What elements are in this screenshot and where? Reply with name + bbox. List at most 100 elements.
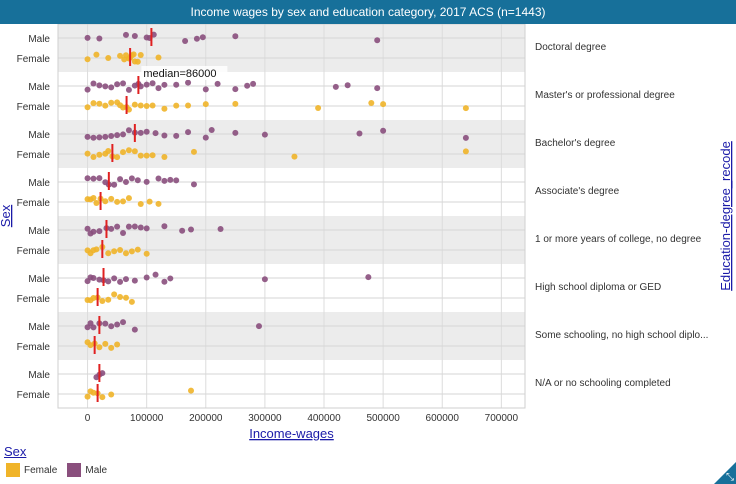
male-data-point[interactable] <box>199 34 206 41</box>
male-data-point[interactable] <box>122 31 129 38</box>
female-data-point[interactable] <box>105 54 112 61</box>
female-data-point[interactable] <box>99 298 106 305</box>
female-data-point[interactable] <box>202 101 209 108</box>
male-data-point[interactable] <box>84 86 91 93</box>
female-data-point[interactable] <box>380 101 387 108</box>
female-data-point[interactable] <box>161 153 168 160</box>
male-data-point[interactable] <box>84 175 91 182</box>
male-data-point[interactable] <box>102 320 109 327</box>
male-data-point[interactable] <box>122 178 129 185</box>
female-data-point[interactable] <box>122 294 129 301</box>
male-data-point[interactable] <box>179 227 186 234</box>
female-data-point[interactable] <box>105 250 112 257</box>
female-data-point[interactable] <box>137 102 144 109</box>
female-data-point[interactable] <box>134 246 141 253</box>
male-data-point[interactable] <box>244 82 251 89</box>
male-data-point[interactable] <box>255 323 262 330</box>
female-data-point[interactable] <box>90 153 97 160</box>
female-data-point[interactable] <box>96 151 103 158</box>
female-data-point[interactable] <box>84 104 91 111</box>
male-data-point[interactable] <box>161 132 168 139</box>
male-data-point[interactable] <box>125 223 132 230</box>
male-data-point[interactable] <box>380 127 387 134</box>
female-data-point[interactable] <box>291 153 298 160</box>
female-data-point[interactable] <box>315 104 322 111</box>
female-data-point[interactable] <box>143 152 150 159</box>
legend-title[interactable]: Sex <box>4 444 26 459</box>
male-data-point[interactable] <box>90 175 97 182</box>
male-data-point[interactable] <box>374 85 381 92</box>
male-data-point[interactable] <box>111 181 118 188</box>
male-data-point[interactable] <box>120 319 127 326</box>
female-data-point[interactable] <box>84 150 91 157</box>
female-data-point[interactable] <box>96 344 103 351</box>
male-data-point[interactable] <box>114 132 121 139</box>
female-data-point[interactable] <box>149 152 156 159</box>
left-axis-title[interactable]: Sex <box>0 204 13 227</box>
male-data-point[interactable] <box>108 132 115 139</box>
male-data-point[interactable] <box>117 278 124 285</box>
female-data-point[interactable] <box>84 56 91 63</box>
male-data-point[interactable] <box>114 223 121 230</box>
male-data-point[interactable] <box>173 177 180 184</box>
male-data-point[interactable] <box>182 38 189 45</box>
male-data-point[interactable] <box>125 86 132 93</box>
male-data-point[interactable] <box>214 80 221 87</box>
female-data-point[interactable] <box>137 51 144 58</box>
male-data-point[interactable] <box>108 225 115 232</box>
female-data-point[interactable] <box>137 201 144 208</box>
male-data-point[interactable] <box>261 276 268 283</box>
male-data-point[interactable] <box>90 228 97 235</box>
male-data-point[interactable] <box>96 134 103 141</box>
male-data-point[interactable] <box>143 178 150 185</box>
male-data-point[interactable] <box>102 133 109 140</box>
male-data-point[interactable] <box>84 34 91 41</box>
male-data-point[interactable] <box>208 127 215 134</box>
female-data-point[interactable] <box>137 152 144 159</box>
male-data-point[interactable] <box>188 226 195 233</box>
female-data-point[interactable] <box>108 99 115 106</box>
male-data-point[interactable] <box>217 226 224 233</box>
male-data-point[interactable] <box>108 323 115 330</box>
female-data-point[interactable] <box>108 391 115 398</box>
female-data-point[interactable] <box>122 250 129 257</box>
female-data-point[interactable] <box>108 344 115 351</box>
male-data-point[interactable] <box>261 131 268 138</box>
female-data-point[interactable] <box>190 148 197 155</box>
female-data-point[interactable] <box>462 105 469 112</box>
female-data-point[interactable] <box>232 100 239 107</box>
female-data-point[interactable] <box>114 341 121 348</box>
male-data-point[interactable] <box>108 84 115 91</box>
male-data-point[interactable] <box>173 132 180 139</box>
male-data-point[interactable] <box>152 130 159 137</box>
female-data-point[interactable] <box>111 291 118 298</box>
female-data-point[interactable] <box>108 195 115 202</box>
male-data-point[interactable] <box>90 324 97 331</box>
female-data-point[interactable] <box>185 102 192 109</box>
male-data-point[interactable] <box>137 224 144 231</box>
male-data-point[interactable] <box>90 80 97 87</box>
male-data-point[interactable] <box>155 175 162 182</box>
female-data-point[interactable] <box>84 393 91 400</box>
male-data-point[interactable] <box>114 81 121 88</box>
male-data-point[interactable] <box>173 81 180 88</box>
male-data-point[interactable] <box>250 80 257 87</box>
male-data-point[interactable] <box>356 130 363 137</box>
male-data-point[interactable] <box>149 80 156 87</box>
female-data-point[interactable] <box>90 195 97 202</box>
female-data-point[interactable] <box>93 51 100 58</box>
male-data-point[interactable] <box>117 176 124 183</box>
female-data-point[interactable] <box>146 198 153 205</box>
male-data-point[interactable] <box>120 230 127 237</box>
female-data-point[interactable] <box>188 387 195 394</box>
male-data-point[interactable] <box>344 82 351 89</box>
male-data-point[interactable] <box>134 177 141 184</box>
female-data-point[interactable] <box>117 293 124 300</box>
female-data-point[interactable] <box>134 58 141 65</box>
male-data-point[interactable] <box>120 80 127 87</box>
male-data-point[interactable] <box>161 278 168 285</box>
female-data-point[interactable] <box>149 102 156 109</box>
male-data-point[interactable] <box>232 33 239 40</box>
legend-item-male[interactable]: Male <box>67 463 107 477</box>
female-data-point[interactable] <box>131 148 138 155</box>
